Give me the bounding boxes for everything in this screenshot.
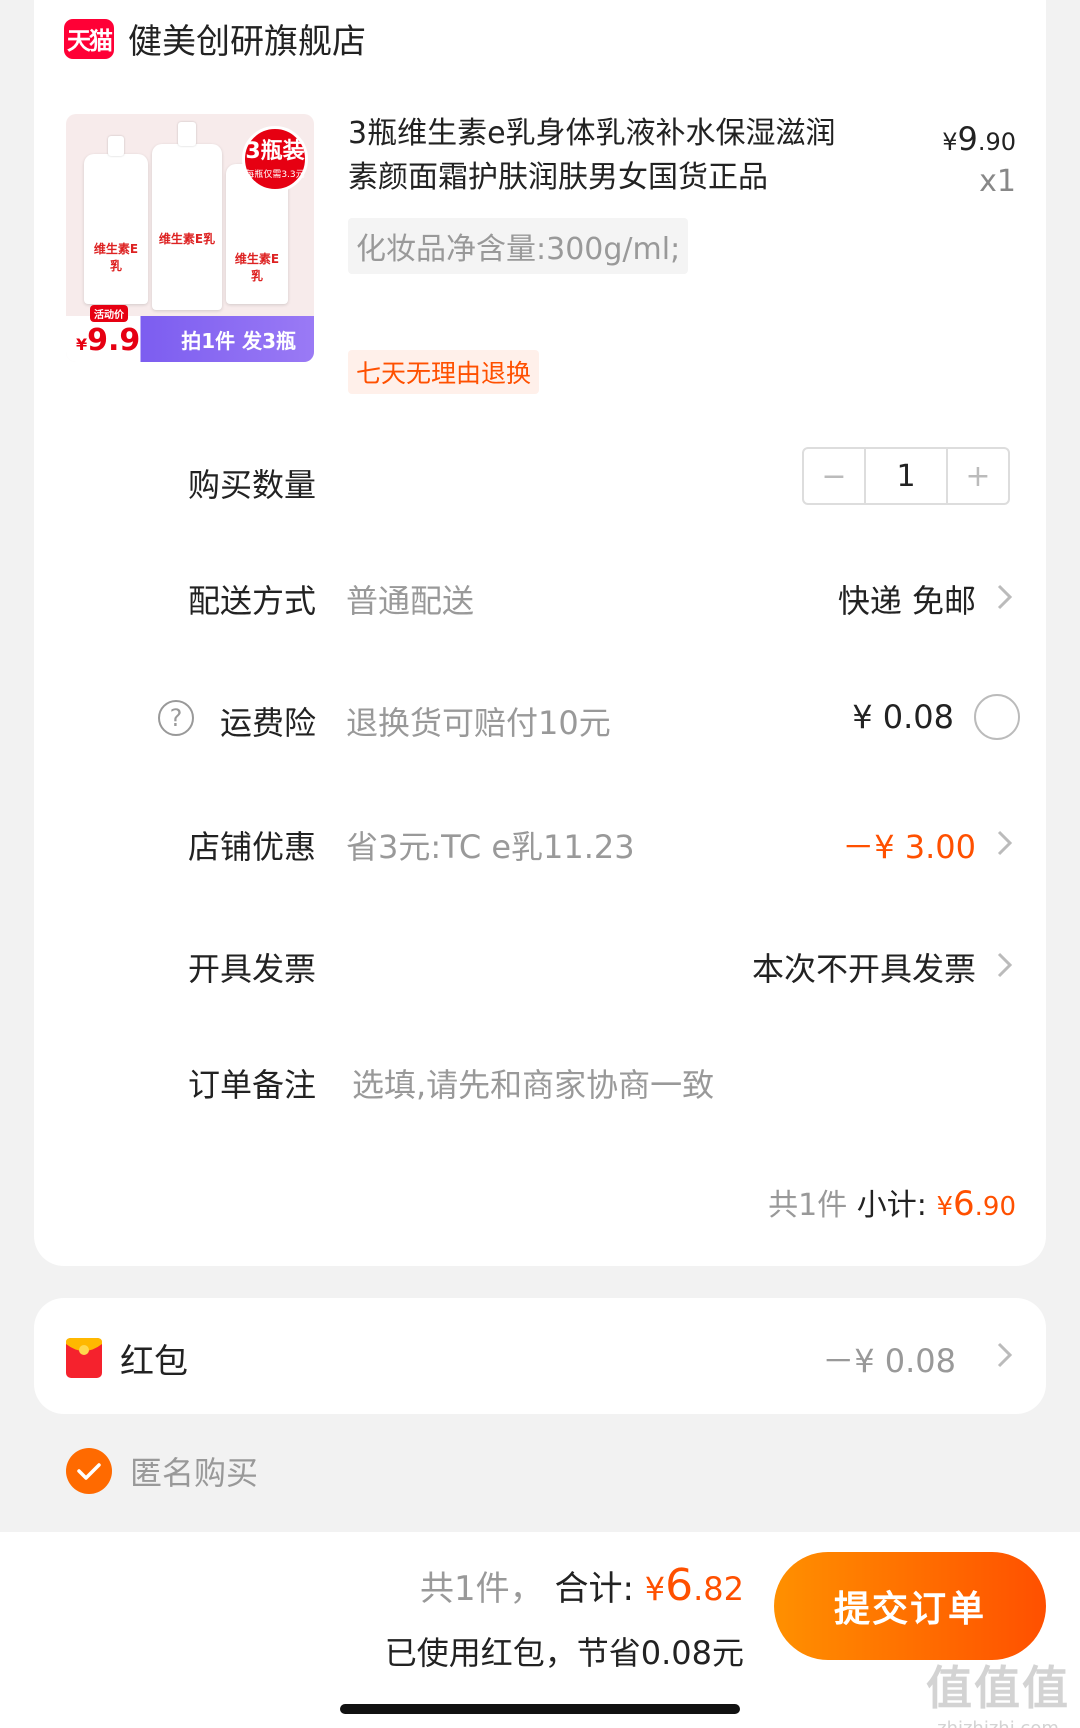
shop-header[interactable]: 天猫 健美创研旗舰店 <box>64 14 366 63</box>
insurance-description: 退换货可赔付10元 <box>346 704 611 742</box>
product-title[interactable]: 3瓶维生素e乳身体乳液补水保湿滋润素颜面霜护肤润肤男女国货正品 <box>348 112 848 200</box>
red-packet-savings: 已使用红包，节省0.08元 <box>384 1634 744 1672</box>
invoice-row[interactable]: 开具发票 本次不开具发票 <box>34 936 1046 996</box>
subtotal: 共1件 小计: ¥6.90 <box>768 1184 1016 1224</box>
shop-name[interactable]: 健美创研旗舰店 <box>128 14 366 63</box>
red-packet-value: －¥ 0.08 <box>822 1342 956 1380</box>
promo-text: 拍1件 发3瓶 <box>181 329 296 353</box>
insurance-radio[interactable] <box>974 694 1020 740</box>
red-packet-label: 红包 <box>120 1342 188 1382</box>
promo-price: 活动价 ¥9.9 <box>76 305 140 358</box>
product-spec[interactable]: 化妆品净含量:300g/ml; <box>348 218 689 274</box>
quantity-value[interactable]: 1 <box>864 449 948 503</box>
decrement-button[interactable]: − <box>804 449 864 503</box>
order-card: 天猫 健美创研旗舰店 维生素E乳 维生素E乳 维生素E乳 3瓶装 每瓶仅需3.3… <box>34 0 1046 1266</box>
invoice-label: 开具发票 <box>187 950 316 988</box>
checkout-bar: 共1件， 合计: ¥6.82 已使用红包，节省0.08元 提交订单 值值值 zh… <box>0 1532 1080 1728</box>
delivery-label: 配送方式 <box>187 582 316 620</box>
bottle-graphic: 维生素E乳 <box>84 136 148 304</box>
help-icon[interactable]: ? <box>158 700 194 736</box>
shop-discount-row[interactable]: 店铺优惠 省3元:TC e乳11.23 －¥ 3.00 <box>34 814 1046 874</box>
anonymous-purchase[interactable]: 匿名购买 <box>66 1448 258 1494</box>
home-indicator[interactable] <box>340 1704 740 1714</box>
red-packet-icon <box>66 1338 102 1378</box>
anonymous-label: 匿名购买 <box>130 1454 259 1492</box>
red-packet-row[interactable]: 红包 －¥ 0.08 <box>34 1298 1046 1414</box>
invoice-value: 本次不开具发票 <box>751 950 976 988</box>
checkmark-icon[interactable] <box>66 1448 112 1494</box>
site-watermark: 值值值 zhizhizhi.com <box>926 1661 1070 1728</box>
chevron-right-icon <box>997 952 1013 978</box>
product-image[interactable]: 维生素E乳 维生素E乳 维生素E乳 3瓶装 每瓶仅需3.3元 活动价 ¥9.9 … <box>66 114 314 362</box>
product-quantity: x1 <box>979 164 1016 199</box>
shop-discount-value: －¥ 3.00 <box>842 828 976 866</box>
product-price: ¥9.90 <box>942 120 1016 158</box>
delivery-row[interactable]: 配送方式 普通配送 快递 免邮 <box>34 568 1046 628</box>
note-label: 订单备注 <box>187 1066 316 1104</box>
note-input[interactable]: 选填,请先和商家协商一致 <box>352 1060 714 1106</box>
chevron-right-icon <box>997 830 1013 856</box>
submit-order-button[interactable]: 提交订单 <box>774 1552 1046 1660</box>
increment-button[interactable]: + <box>948 449 1008 503</box>
note-row: 订单备注 选填,请先和商家协商一致 <box>34 1052 1046 1112</box>
chevron-right-icon <box>997 1342 1013 1368</box>
tmall-logo: 天猫 <box>64 18 114 59</box>
return-policy-tag: 七天无理由退换 <box>348 350 540 394</box>
insurance-price: ¥ 0.08 <box>852 698 954 736</box>
insurance-row: ? 运费险 退换货可赔付10元 ¥ 0.08 <box>34 690 1046 750</box>
order-total: 共1件， 合计: ¥6.82 <box>420 1560 744 1611</box>
delivery-method: 普通配送 <box>346 582 475 620</box>
shop-discount-label: 店铺优惠 <box>187 828 316 866</box>
chevron-right-icon <box>997 584 1013 610</box>
quantity-label: 购买数量 <box>187 466 316 504</box>
pack-badge: 3瓶装 每瓶仅需3.3元 <box>242 126 308 192</box>
bottle-graphic: 维生素E乳 <box>152 122 222 310</box>
quantity-stepper[interactable]: − 1 + <box>802 447 1010 505</box>
delivery-value: 快递 免邮 <box>837 582 976 620</box>
shop-discount-description: 省3元:TC e乳11.23 <box>346 828 635 866</box>
insurance-label: 运费险 <box>219 704 316 742</box>
